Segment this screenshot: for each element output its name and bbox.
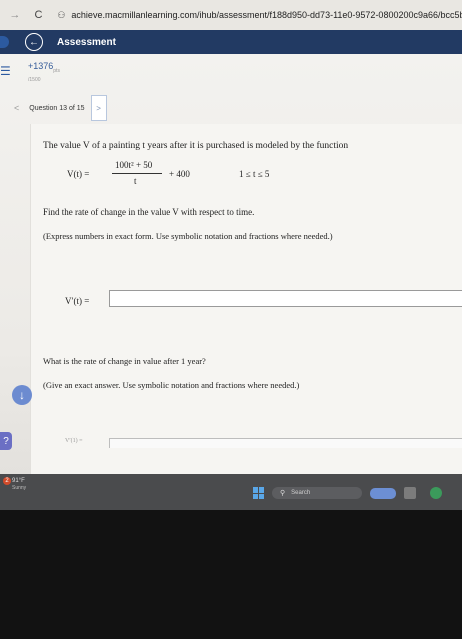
next-question-button[interactable]: > xyxy=(90,95,107,121)
search-placeholder: Search xyxy=(291,490,311,496)
browser-back-icon[interactable]: → xyxy=(8,9,22,21)
search-icon: ⚲ xyxy=(280,490,286,497)
back-arrow-icon[interactable]: ← xyxy=(25,33,43,51)
weather-temperature[interactable]: 91°F xyxy=(12,478,25,484)
taskbar-search[interactable]: ⚲ Search xyxy=(272,487,362,499)
windows-start-icon[interactable] xyxy=(253,487,265,499)
reload-icon[interactable]: C xyxy=(32,9,46,21)
formula-denominator: t xyxy=(134,176,137,186)
question-prompt: The value V of a painting t years after … xyxy=(43,141,349,151)
taskbar: 2 91°F Sunny ⚲ Search xyxy=(0,474,462,510)
sidebar-toggle[interactable] xyxy=(0,36,9,48)
question-panel: The value V of a painting t years after … xyxy=(30,124,462,474)
browser-toolbar: → C ⚇ achieve.macmillanlearning.com/ihub… xyxy=(0,0,462,30)
rate-at-one-answer-input[interactable] xyxy=(109,438,462,448)
taskbar-app-icon[interactable] xyxy=(404,487,416,499)
formula-domain: 1 ≤ t ≤ 5 xyxy=(239,169,270,179)
widget-icon[interactable] xyxy=(370,488,396,499)
menu-icon[interactable]: ☰ xyxy=(0,64,11,78)
question-counter: Question 13 of 15 xyxy=(29,104,85,112)
notification-badge[interactable]: 2 xyxy=(3,477,11,485)
format-instruction: (Express numbers in exact form. Use symb… xyxy=(43,231,333,241)
taskbar-app-icon[interactable] xyxy=(430,487,442,499)
page-title: Assessment xyxy=(57,36,116,48)
question-navigator: < Question 13 of 15 > xyxy=(14,95,107,121)
derivative-answer-input[interactable] xyxy=(109,290,462,307)
formula-lhs: V(t) = xyxy=(67,169,90,179)
score-points: +1376pts xyxy=(28,61,60,74)
formula-numerator: 100t² + 50 xyxy=(115,160,153,170)
rate-at-one-label: V′(1) = xyxy=(65,438,83,444)
app-header: ← Assessment xyxy=(0,30,462,54)
points-unit: pts xyxy=(53,67,60,74)
weather-description[interactable]: Sunny xyxy=(12,485,26,491)
assessment-content: ☰ +1376pts /1500 < Question 13 of 15 > T… xyxy=(0,54,462,474)
fraction-bar xyxy=(112,173,162,174)
formula-constant: + 400 xyxy=(169,169,190,179)
derivative-label: V′(t) = xyxy=(65,296,90,306)
instruction-text: Find the rate of change in the value V w… xyxy=(43,207,255,217)
points-total: /1500 xyxy=(28,77,41,83)
second-format-instruction: (Give an exact answer. Use symbolic nota… xyxy=(43,380,300,390)
points-value: +1376 xyxy=(28,61,54,71)
previous-question-icon[interactable]: < xyxy=(14,103,19,113)
scroll-down-icon[interactable]: ↓ xyxy=(12,385,32,405)
second-question: What is the rate of change in value afte… xyxy=(43,356,206,366)
help-icon[interactable]: ? xyxy=(0,432,12,450)
address-bar[interactable]: achieve.macmillanlearning.com/ihub/asses… xyxy=(71,10,462,20)
site-info-icon[interactable]: ⚇ xyxy=(57,10,65,21)
desk-surface xyxy=(0,510,462,639)
